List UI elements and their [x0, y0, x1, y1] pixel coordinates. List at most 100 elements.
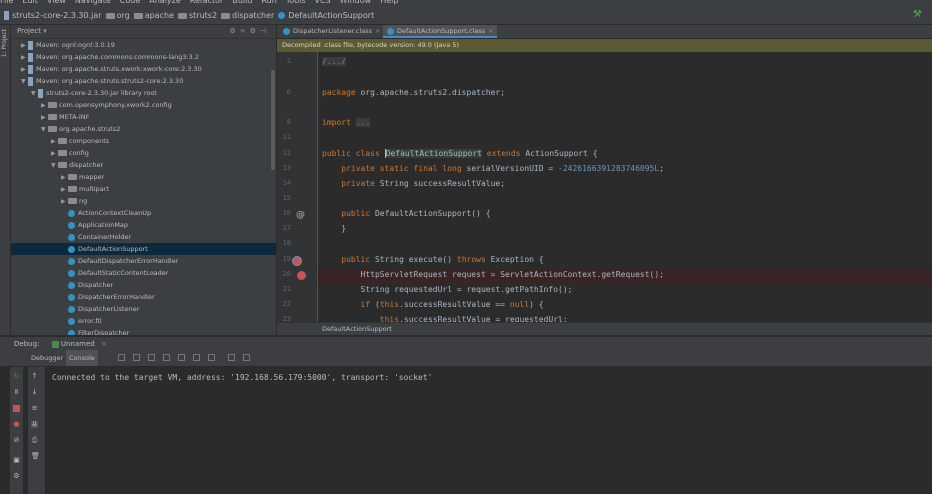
close-tab-icon[interactable]: × [488, 27, 493, 35]
step-into-icon[interactable] [148, 354, 155, 361]
editor-breadcrumb[interactable]: DefaultActionSupport [277, 322, 932, 335]
tree-item[interactable]: DispatcherListener [11, 303, 276, 315]
view-breakpoints-icon[interactable]: ● [13, 421, 20, 428]
tree-item[interactable]: ▶ com.opensymphony.xwork2.config [11, 99, 276, 111]
camera-icon[interactable]: ▣ [13, 457, 20, 464]
settings-gear-icon[interactable]: ⚙ [229, 27, 239, 35]
close-tab-icon[interactable]: × [375, 27, 380, 35]
breadcrumb-item[interactable]: dispatcher [221, 8, 274, 24]
tree-item[interactable]: ApplicationMap [11, 219, 276, 231]
tree-item[interactable]: ▶ Maven: org.apache.struts.xwork:xwork-co… [11, 63, 276, 75]
override-at-icon[interactable]: @ [296, 210, 305, 220]
class-icon [68, 221, 75, 229]
class-icon [68, 281, 75, 289]
tree-item[interactable]: DefaultActionSupport [11, 243, 276, 255]
menu-item-window[interactable]: Window [340, 0, 372, 5]
restore-layout-icon[interactable] [118, 354, 125, 361]
jar-icon [28, 64, 33, 74]
folder-icon [68, 198, 77, 204]
folder-icon [58, 162, 67, 168]
force-step-into-icon[interactable] [163, 354, 170, 361]
mute-breakpoints-icon[interactable]: ⊘ [13, 437, 20, 444]
step-out-icon[interactable] [178, 354, 185, 361]
folder-icon [48, 102, 57, 108]
folder-icon [48, 126, 57, 132]
tree-item[interactable]: ▶ META-INF [11, 111, 276, 123]
step-over-icon[interactable] [133, 354, 140, 361]
scroll-to-end-icon[interactable]: ⇊ [31, 421, 38, 428]
breadcrumb-item[interactable]: struts2-core-2.3.30.jar [4, 8, 102, 24]
tree-item[interactable]: ▼ Maven: org.apache.struts:struts2-core:2… [11, 75, 276, 87]
hide-icon[interactable]: ⊣ [260, 27, 270, 35]
debug-session-tab[interactable]: Unnamed [61, 340, 95, 348]
tree-item[interactable]: ActionContextCleanUp [11, 207, 276, 219]
tree-scrollbar[interactable] [271, 70, 275, 170]
menu-item-view[interactable]: View [47, 0, 66, 5]
evaluate-icon[interactable] [228, 354, 235, 361]
breadcrumb-item[interactable]: apache [133, 8, 174, 24]
tree-item[interactable]: ▶ Maven: org.apache.commons:commons-lang3… [11, 51, 276, 63]
tree-item[interactable]: ▶ config [11, 147, 276, 159]
trash-icon[interactable]: 🗑 [31, 453, 40, 460]
down-arrow-icon[interactable]: ↓ [31, 389, 38, 396]
breadcrumb-item[interactable]: org [105, 8, 130, 24]
menu-item-edit[interactable]: Edit [22, 0, 38, 5]
tab-console[interactable]: Console [66, 350, 98, 366]
breadcrumb-item[interactable]: DefaultActionSupport [278, 8, 374, 24]
console-output[interactable]: Connected to the target VM, address: '19… [46, 367, 932, 494]
tree-item[interactable]: DefaultDispatcherErrorHandler [11, 255, 276, 267]
line-number: 12 [282, 149, 291, 157]
tree-item[interactable]: ▼ org.apache.struts2 [11, 123, 276, 135]
tree-item[interactable]: ▶ Maven: ognl:ognl:3.0.19 [11, 39, 276, 51]
breakpoint-icon[interactable] [297, 271, 306, 280]
menu-item-run[interactable]: Run [261, 0, 276, 5]
tree-item[interactable]: error.ftl [11, 315, 276, 327]
breakpoint-icon[interactable] [292, 256, 302, 266]
editor-tab[interactable]: DispatcherListener.class × [279, 25, 383, 38]
run-to-cursor-icon[interactable] [208, 354, 215, 361]
tab-debugger[interactable]: Debugger [28, 350, 66, 366]
menu-item-help[interactable]: Help [380, 0, 398, 5]
stop-icon[interactable] [13, 405, 20, 412]
rerun-icon[interactable]: ↻ [13, 373, 20, 380]
code-editor[interactable]: /.../ package org.apache.struts2.dispatch… [318, 52, 932, 322]
project-tool-tab[interactable]: 1: Project [1, 29, 8, 57]
layout-icon[interactable] [243, 354, 250, 361]
breadcrumb-label: DefaultActionSupport [288, 11, 375, 20]
breadcrumb-item[interactable]: struts2 [177, 8, 217, 24]
print-icon[interactable]: ⎙ [31, 437, 38, 444]
line-number: 16 [282, 209, 291, 217]
pause-icon[interactable]: Ⅱ [13, 389, 20, 396]
editor-tab[interactable]: DefaultActionSupport.class × [383, 25, 497, 38]
tree-item[interactable]: ▶ components [11, 135, 276, 147]
menu-item-code[interactable]: Code [120, 0, 140, 5]
tree-item[interactable]: DefaultStaticContentLoader [11, 267, 276, 279]
build-hammer-icon[interactable]: ⚒ [913, 10, 922, 20]
soft-wrap-icon[interactable]: ≡ [31, 405, 38, 412]
menu-item-analyze[interactable]: Analyze [149, 0, 181, 5]
tree-item[interactable]: ▼ struts2-core-2.3.30.jar library root [11, 87, 276, 99]
menu-item-vcs[interactable]: VCS [315, 0, 331, 5]
up-arrow-icon[interactable]: ↑ [31, 373, 38, 380]
menu-item-tools[interactable]: Tools [286, 0, 306, 5]
menu-item-file[interactable]: File [0, 0, 13, 5]
tree-item[interactable]: ▶ mapper [11, 171, 276, 183]
menu-item-refactor[interactable]: Refactor [190, 0, 224, 5]
close-icon[interactable]: × [101, 340, 107, 348]
drop-frame-icon[interactable] [193, 354, 200, 361]
tree-item[interactable]: FilterDispatcher [11, 327, 276, 335]
gear-icon[interactable]: ⚙ [250, 27, 260, 35]
collapse-icon[interactable]: ÷ [240, 27, 250, 35]
tree-item[interactable]: DispatcherErrorHandler [11, 291, 276, 303]
class-icon [68, 209, 75, 217]
menu-item-build[interactable]: Build [232, 0, 252, 5]
tree-item[interactable]: ▼ dispatcher [11, 159, 276, 171]
tree-item-label: multipart [79, 185, 109, 193]
tree-item[interactable]: ▶ multipart [11, 183, 276, 195]
settings-icon[interactable]: ⚙ [13, 473, 20, 480]
tree-item[interactable]: ContainerHolder [11, 231, 276, 243]
menu-item-navigate[interactable]: Navigate [75, 0, 111, 5]
panel-title[interactable]: Project [17, 27, 41, 35]
tree-item[interactable]: ▶ ng [11, 195, 276, 207]
tree-item[interactable]: Dispatcher [11, 279, 276, 291]
